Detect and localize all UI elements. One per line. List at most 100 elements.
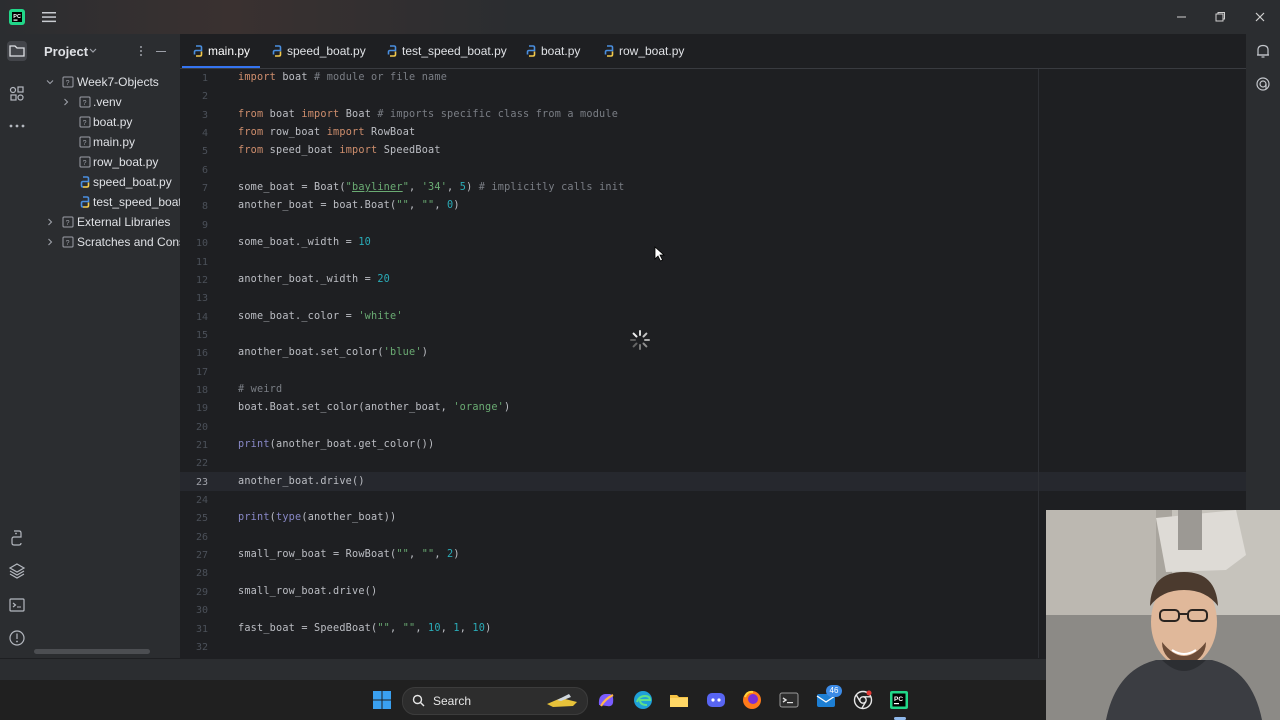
line-number[interactable]: 13 xyxy=(180,293,208,304)
line-number[interactable]: 27 xyxy=(180,550,208,561)
tree-item-test-speed-boat-py[interactable]: test_speed_boat. xyxy=(34,192,180,212)
pycharm-icon[interactable]: PC xyxy=(888,689,910,711)
minimize-icon[interactable] xyxy=(1173,8,1191,26)
code-line[interactable]: from boat import Boat # imports specific… xyxy=(238,109,618,127)
line-number[interactable]: 1 xyxy=(180,73,208,84)
line-number[interactable]: 11 xyxy=(180,257,208,268)
line-number[interactable]: 30 xyxy=(180,605,208,616)
search-icon xyxy=(412,694,425,707)
code-line[interactable]: another_boat._width = 20 xyxy=(238,274,390,292)
line-number[interactable]: 4 xyxy=(180,128,208,139)
tab-main-py[interactable]: main.py xyxy=(192,34,272,68)
firefox-icon[interactable] xyxy=(741,689,763,711)
line-number[interactable]: 28 xyxy=(180,568,208,579)
code-line[interactable]: some_boat._color = 'white' xyxy=(238,311,403,329)
code-line[interactable]: print(another_boat.get_color()) xyxy=(238,439,434,457)
tree-item-row-boat-py[interactable]: ? row_boat.py xyxy=(34,152,180,172)
chevron-right-icon[interactable] xyxy=(46,218,54,226)
tab-test-speed-boat-py[interactable]: test_speed_boat.py xyxy=(386,34,516,68)
line-number[interactable]: 19 xyxy=(180,403,208,414)
code-line[interactable]: another_boat.drive() xyxy=(238,476,365,494)
chevron-right-icon[interactable] xyxy=(62,98,70,106)
folder-icon[interactable] xyxy=(7,41,27,61)
layers-icon[interactable] xyxy=(7,561,27,581)
line-number[interactable]: 2 xyxy=(180,91,208,102)
chevron-right-icon[interactable] xyxy=(46,238,54,246)
restore-icon[interactable] xyxy=(1211,8,1229,26)
code-line[interactable]: import boat # module or file name xyxy=(238,72,447,90)
python-file-icon xyxy=(604,45,614,57)
line-number[interactable]: 6 xyxy=(180,165,208,176)
tree-item-scratches[interactable]: ? Scratches and Cons xyxy=(34,232,180,252)
python-console-icon[interactable] xyxy=(7,528,27,548)
file-explorer-icon[interactable] xyxy=(668,689,690,711)
line-number[interactable]: 9 xyxy=(180,220,208,231)
line-number[interactable]: 12 xyxy=(180,275,208,286)
line-number[interactable]: 16 xyxy=(180,348,208,359)
code-line[interactable]: boat.Boat.set_color(another_boat, 'orang… xyxy=(238,402,510,420)
tree-item-boat-py[interactable]: ? boat.py xyxy=(34,112,180,132)
more-icon[interactable] xyxy=(7,116,27,136)
line-number[interactable]: 14 xyxy=(180,312,208,323)
code-line[interactable]: from row_boat import RowBoat xyxy=(238,127,415,145)
notifications-icon[interactable] xyxy=(1254,42,1272,60)
code-line[interactable]: fast_boat = SpeedBoat("", "", 10, 1, 10) xyxy=(238,623,491,641)
terminal-icon[interactable] xyxy=(7,595,27,615)
line-number[interactable]: 25 xyxy=(180,513,208,524)
line-number[interactable]: 8 xyxy=(180,201,208,212)
project-horizontal-scrollbar[interactable] xyxy=(34,649,150,654)
hamburger-menu-icon[interactable] xyxy=(41,9,57,25)
line-number[interactable]: 15 xyxy=(180,330,208,341)
ai-assistant-icon[interactable] xyxy=(1254,75,1272,93)
line-number[interactable]: 18 xyxy=(180,385,208,396)
tab-boat-py[interactable]: boat.py xyxy=(525,34,595,68)
edge-icon[interactable] xyxy=(632,689,654,711)
line-number[interactable]: 10 xyxy=(180,238,208,249)
tree-item-week7-objects[interactable]: ? Week7-Objects xyxy=(34,72,180,92)
copilot-icon[interactable] xyxy=(595,689,617,711)
code-line[interactable]: some_boat = Boat("bayliner", '34', 5) # … xyxy=(238,182,624,200)
taskbar-search[interactable]: Search xyxy=(402,687,588,715)
close-icon[interactable] xyxy=(1251,8,1269,26)
line-number[interactable]: 24 xyxy=(180,495,208,506)
tree-item-label: boat.py xyxy=(93,115,133,129)
code-line[interactable]: from speed_boat import SpeedBoat xyxy=(238,145,441,163)
tree-item-venv[interactable]: ? .venv xyxy=(34,92,180,112)
chevron-down-icon[interactable] xyxy=(89,48,97,54)
line-number[interactable]: 17 xyxy=(180,367,208,378)
pycharm-logo-icon[interactable]: PC xyxy=(9,9,25,25)
terminal-icon[interactable] xyxy=(778,689,800,711)
chrome-icon[interactable] xyxy=(852,689,874,711)
code-line[interactable]: small_row_boat = RowBoat("", "", 2) xyxy=(238,549,460,567)
line-number[interactable]: 29 xyxy=(180,587,208,598)
line-number[interactable]: 31 xyxy=(180,624,208,635)
line-number[interactable]: 21 xyxy=(180,440,208,451)
windows-start-icon[interactable] xyxy=(371,689,393,711)
line-number[interactable]: 23 xyxy=(180,477,208,488)
tab-speed-boat-py[interactable]: speed_boat.py xyxy=(271,34,371,68)
line-number[interactable]: 20 xyxy=(180,422,208,433)
vertical-dots-icon[interactable] xyxy=(135,45,147,57)
line-number[interactable]: 22 xyxy=(180,458,208,469)
chevron-down-icon[interactable] xyxy=(46,78,54,86)
tab-row-boat-py[interactable]: row_boat.py xyxy=(603,34,693,68)
line-number[interactable]: 26 xyxy=(180,532,208,543)
code-line[interactable]: some_boat._width = 10 xyxy=(238,237,371,255)
line-number[interactable]: 5 xyxy=(180,146,208,157)
discord-icon[interactable] xyxy=(705,689,727,711)
line-number[interactable]: 7 xyxy=(180,183,208,194)
line-number[interactable]: 32 xyxy=(180,642,208,653)
code-line[interactable]: print(type(another_boat)) xyxy=(238,512,396,530)
tree-item-external-libraries[interactable]: ? External Libraries xyxy=(34,212,180,232)
code-line[interactable]: small_row_boat.drive() xyxy=(238,586,377,604)
code-line[interactable]: another_boat = boat.Boat("", "", 0) xyxy=(238,200,460,218)
project-panel-title[interactable]: Project xyxy=(44,44,88,59)
tree-item-main-py[interactable]: ? main.py xyxy=(34,132,180,152)
problems-icon[interactable] xyxy=(7,628,27,648)
hide-panel-icon[interactable] xyxy=(156,51,166,52)
code-line[interactable]: # weird xyxy=(238,384,282,402)
code-line[interactable]: another_boat.set_color('blue') xyxy=(238,347,428,365)
tree-item-speed-boat-py[interactable]: speed_boat.py xyxy=(34,172,180,192)
structure-icon[interactable] xyxy=(7,84,27,104)
line-number[interactable]: 3 xyxy=(180,110,208,121)
